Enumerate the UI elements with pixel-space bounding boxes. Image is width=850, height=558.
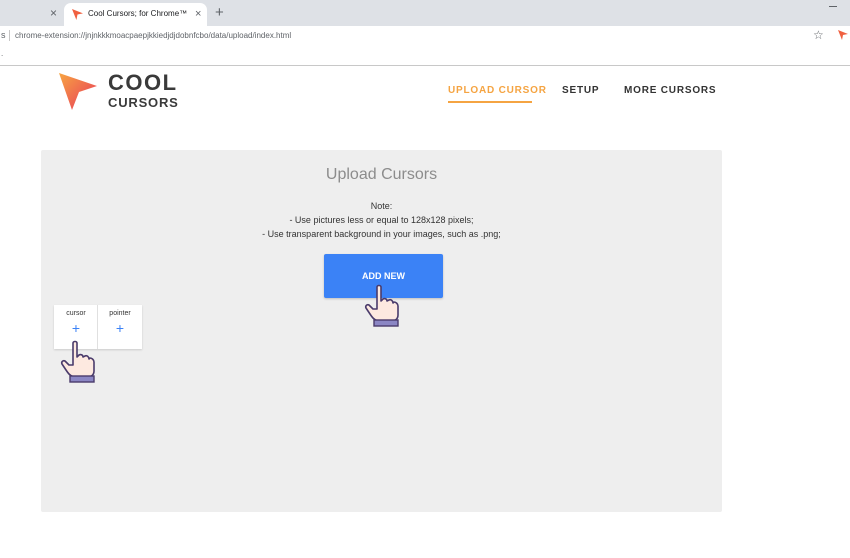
note-line-size: - Use pictures less or equal to 128x128 …: [289, 215, 474, 225]
upload-panel: Upload Cursors Note: - Use pictures less…: [41, 150, 722, 512]
pointer-slot-label: pointer: [109, 310, 131, 317]
cool-cursors-logo-icon: [59, 73, 97, 110]
add-cursor-plus-icon[interactable]: +: [54, 320, 98, 336]
cursor-favicon-icon: [72, 9, 83, 20]
new-tab-icon[interactable]: +: [215, 5, 224, 21]
nav-fragment: s: [1, 30, 6, 40]
active-tab[interactable]: Cool Cursors; for Chrome™ ×: [64, 3, 207, 26]
active-nav-underline: [448, 101, 532, 103]
nav-upload-cursor[interactable]: UPLOAD CURSOR: [448, 85, 547, 97]
address-bar: s chrome-extension://jnjnkkkmoacpaepjkki…: [0, 26, 850, 46]
add-pointer-plus-icon[interactable]: +: [98, 320, 142, 336]
logo-wordmark[interactable]: COOL CURSORS: [108, 70, 179, 111]
logo-line-cursors: CURSORS: [108, 95, 179, 110]
tab-close-icon[interactable]: ×: [195, 7, 201, 21]
pointer-slot[interactable]: pointer +: [98, 305, 142, 349]
url-field[interactable]: chrome-extension://jnjnkkkmoacpaepjkkied…: [15, 30, 291, 42]
bookmark-star-icon[interactable]: ☆: [813, 28, 824, 42]
bookmarks-bar: .: [0, 46, 850, 66]
note-line-transparency: - Use transparent background in your ima…: [262, 229, 501, 239]
address-divider: [9, 30, 10, 41]
hand-pointer-cursor-icon-slot: [60, 340, 95, 383]
previous-tab-close-icon[interactable]: ×: [50, 6, 57, 20]
cursor-slot-label: cursor: [66, 310, 86, 317]
panel-title: Upload Cursors: [325, 166, 438, 183]
nav-setup[interactable]: SETUP: [562, 85, 599, 97]
note-heading: Note:: [370, 201, 393, 211]
logo-line-cool: COOL: [108, 70, 178, 95]
hand-pointer-cursor-icon: [364, 284, 399, 327]
tab-title: Cool Cursors; for Chrome™: [88, 9, 188, 18]
upload-note: Note: - Use pictures less or equal to 12…: [41, 199, 722, 241]
browser-tab-bar: × Cool Cursors; for Chrome™ × +: [0, 0, 850, 26]
nav-more-cursors[interactable]: MORE CURSORS: [624, 85, 716, 97]
window-minimize-icon[interactable]: [828, 0, 838, 8]
bookmark-fragment: .: [1, 49, 4, 58]
extension-cursor-icon[interactable]: [838, 30, 848, 40]
